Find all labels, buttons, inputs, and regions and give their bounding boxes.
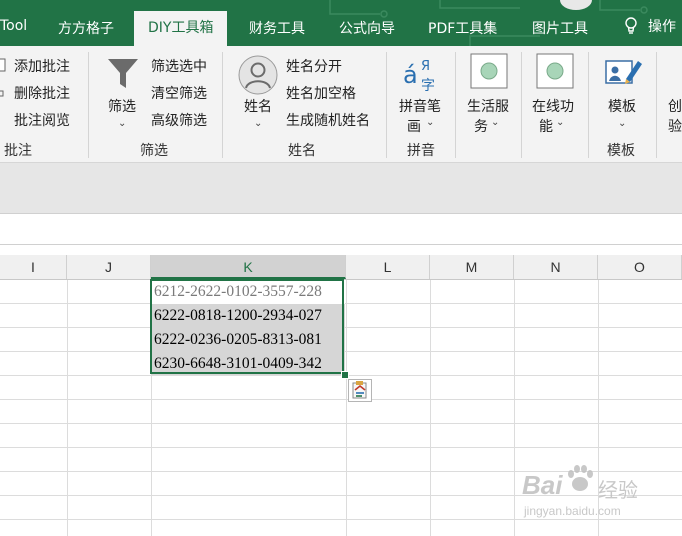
column-header-j[interactable]: J <box>67 255 151 279</box>
group-separator <box>656 52 657 158</box>
grid-line <box>0 447 682 448</box>
column-header-l[interactable]: L <box>346 255 430 279</box>
name-split-button[interactable]: 姓名分开 <box>286 56 342 76</box>
tab-tell-me[interactable]: 操作 <box>624 16 676 36</box>
quick-analysis-button[interactable] <box>348 379 372 402</box>
group-separator <box>588 52 589 158</box>
life-services-label: 生活服 <box>467 99 509 115</box>
column-header-o[interactable]: O <box>598 255 682 279</box>
group-separator <box>455 52 456 158</box>
tell-me-label: 操作 <box>648 19 676 35</box>
clear-filter-button[interactable]: 清空筛选 <box>151 83 207 103</box>
tab-tool[interactable]: Tool <box>0 18 27 34</box>
pinyin-icon: á Я 字 <box>403 59 435 94</box>
ribbon-tab-bar: Tool 方方格子 DIY工具箱 财务工具 公式向导 PDF工具集 图片工具 操… <box>0 0 682 46</box>
formula-input-row[interactable] <box>0 213 682 245</box>
filter-label: 筛选 <box>108 99 136 115</box>
watermark-brand-suffix: 经验 <box>598 480 638 502</box>
tab-finance-tools[interactable]: 财务工具 <box>249 18 305 38</box>
svg-text:Я: Я <box>421 59 430 74</box>
online-functions-label-line2: 能 <box>539 119 553 135</box>
grid-line <box>0 399 682 400</box>
create-label: 创 <box>668 99 682 115</box>
grid-line <box>0 519 682 520</box>
column-header-k[interactable]: K <box>151 255 346 279</box>
watermark-url: jingyan.baidu.com <box>524 504 621 518</box>
lightbulb-icon <box>625 17 637 34</box>
group-label-comments: 批注 <box>4 143 32 159</box>
name-add-space-button[interactable]: 姓名加空格 <box>286 83 356 103</box>
selection-border <box>150 279 344 374</box>
chevron-down-icon: ⌄ <box>254 118 263 129</box>
ribbon-panel: 添加批注 删除批注 批注阅览 批注 筛选 ⌄ 筛选选中 清空筛选 高级筛选 筛选… <box>0 46 682 163</box>
delete-comment-button[interactable]: 删除批注 <box>14 83 70 103</box>
online-functions-label: 在线功 <box>532 99 574 115</box>
chevron-down-icon: ⌄ <box>426 117 435 128</box>
column-header-i[interactable]: I <box>0 255 67 279</box>
group-separator <box>88 52 89 158</box>
add-comment-button[interactable]: 添加批注 <box>14 56 70 76</box>
tab-image-tools[interactable]: 图片工具 <box>532 18 588 38</box>
online-functions-icon <box>536 53 574 89</box>
chevron-down-icon: ⌄ <box>491 117 500 128</box>
comment-add-icon <box>0 58 6 72</box>
life-services-label-line2: 务 <box>474 119 488 135</box>
funnel-icon <box>108 59 138 88</box>
group-label-name: 姓名 <box>288 143 316 159</box>
group-separator <box>222 52 223 158</box>
random-name-button[interactable]: 生成随机姓名 <box>286 110 370 130</box>
grid-line <box>67 280 68 536</box>
column-header-n[interactable]: N <box>514 255 598 279</box>
grid-line <box>430 280 431 536</box>
comment-fragment-icon <box>0 90 4 97</box>
group-separator <box>386 52 387 158</box>
person-avatar-icon <box>238 55 278 95</box>
fill-handle[interactable] <box>341 371 349 379</box>
template-icon <box>605 60 642 84</box>
name-label: 姓名 <box>244 99 272 115</box>
group-label-template: 模板 <box>607 143 635 159</box>
svg-text:字: 字 <box>421 78 435 94</box>
tab-fangfang[interactable]: 方方格子 <box>58 18 114 38</box>
group-label-filter: 筛选 <box>140 143 168 159</box>
formula-bar-area <box>0 163 682 213</box>
template-label: 模板 <box>608 99 636 115</box>
filter-selected-button[interactable]: 筛选选中 <box>151 56 207 76</box>
watermark-brand: Bai <box>522 470 563 500</box>
tab-formula-wizard[interactable]: 公式向导 <box>339 18 395 38</box>
grid-line <box>346 280 347 536</box>
chevron-down-icon: ⌄ <box>618 118 627 129</box>
svg-text:á: á <box>403 61 418 89</box>
life-services-icon <box>470 53 508 89</box>
tab-diy-toolbox[interactable]: DIY工具箱 <box>134 11 228 46</box>
pinyin-label: 拼音笔 <box>399 99 441 115</box>
tab-pdf-tools[interactable]: PDF工具集 <box>428 18 497 38</box>
chevron-down-icon: ⌄ <box>556 117 565 128</box>
group-separator <box>521 52 522 158</box>
review-comment-button[interactable]: 批注阅览 <box>14 110 70 130</box>
grid-line <box>514 280 515 536</box>
paste-options-icon <box>352 381 367 399</box>
paw-print-icon <box>568 465 593 491</box>
chevron-down-icon: ⌄ <box>118 118 127 129</box>
advanced-filter-button[interactable]: 高级筛选 <box>151 110 207 130</box>
column-header-m[interactable]: M <box>430 255 514 279</box>
pinyin-label-line2: 画 <box>407 119 421 135</box>
grid-line <box>0 495 682 496</box>
column-header-row: I J K L M N O <box>0 255 682 280</box>
group-label-pinyin: 拼音 <box>407 143 435 159</box>
grid-line <box>0 423 682 424</box>
create-label-line2: 验 <box>668 119 682 135</box>
